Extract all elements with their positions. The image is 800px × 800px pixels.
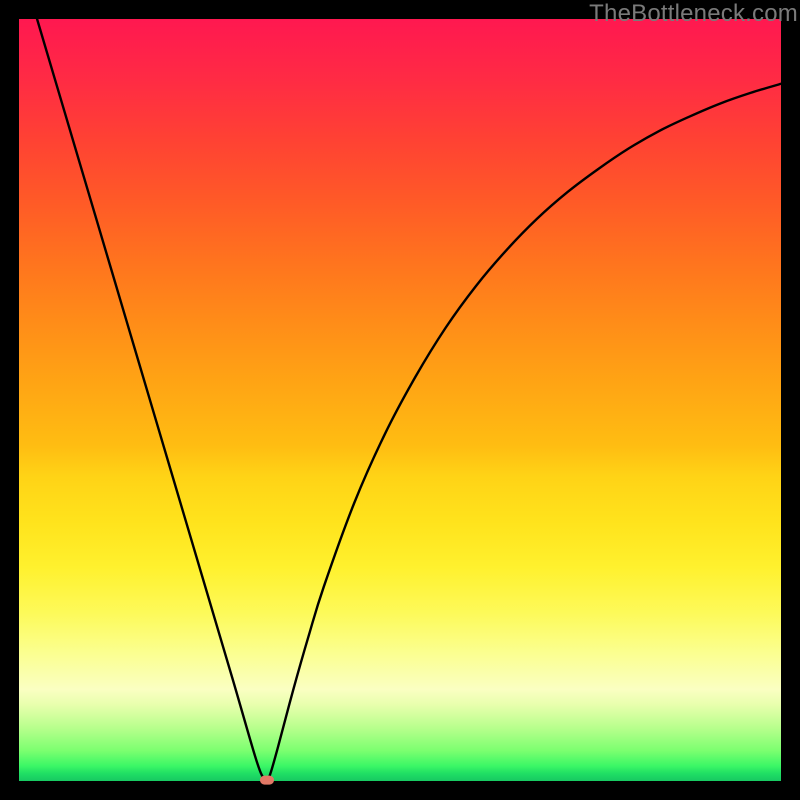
curve-svg (19, 19, 781, 781)
watermark-text: TheBottleneck.com (589, 0, 798, 28)
plot-area (19, 19, 781, 781)
chart-stage: TheBottleneck.com (0, 0, 800, 800)
minimum-marker (260, 776, 274, 785)
bottleneck-curve-path (19, 0, 781, 781)
